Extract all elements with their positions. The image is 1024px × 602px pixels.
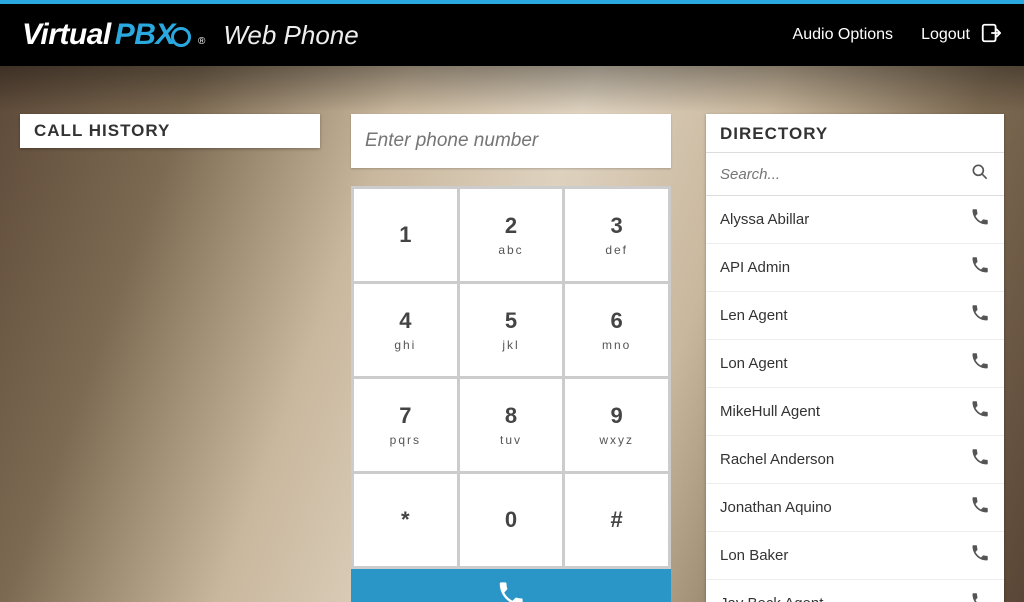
phone-icon[interactable] [970,543,990,568]
call-history-title: CALL HISTORY [34,121,170,141]
ring-icon [171,27,191,47]
phone-icon[interactable] [970,255,990,280]
contact-name: API Admin [720,259,790,276]
directory-list: Alyssa Abillar API Admin Len Agent Lon Agen… [706,196,1004,602]
contact-name: Lon Baker [720,547,788,564]
contact-name: Jonathan Aquino [720,499,832,516]
keypad-letters: ghi [394,338,416,352]
audio-options-link[interactable]: Audio Options [793,26,894,44]
directory-item[interactable]: Lon Agent [706,340,1004,388]
keypad-key-8[interactable]: 8 tuv [460,379,563,471]
directory-item[interactable]: Len Agent [706,292,1004,340]
keypad-key-0[interactable]: 0 [460,474,563,566]
directory-item[interactable]: Lon Baker [706,532,1004,580]
logout-icon [980,22,1002,49]
keypad-key-2[interactable]: 2 abc [460,189,563,281]
header-bar: Virtual PBX ® Web Phone Audio Options Lo… [0,4,1024,66]
keypad-key-9[interactable]: 9 wxyz [565,379,668,471]
directory-item[interactable]: API Admin [706,244,1004,292]
phone-icon[interactable] [970,399,990,424]
keypad-letters: wxyz [599,433,634,447]
directory-item[interactable]: MikeHull Agent [706,388,1004,436]
keypad-digit: 7 [399,403,411,429]
contact-name: Len Agent [720,307,788,324]
phone-icon[interactable] [970,303,990,328]
phone-icon[interactable] [970,207,990,232]
directory-item[interactable]: Rachel Anderson [706,436,1004,484]
directory-panel: DIRECTORY Alyssa Abillar API Admin Len Age… [706,114,1004,602]
keypad-digit: 8 [505,403,517,429]
logout-link[interactable]: Logout [921,22,1002,49]
directory-item[interactable]: Jonathan Aquino [706,484,1004,532]
brand-pbx: PBX [115,18,192,52]
contact-name: Alyssa Abillar [720,211,809,228]
keypad-digit: * [401,507,410,533]
keypad-letters: pqrs [390,433,421,447]
keypad-letters: jkl [502,338,519,352]
search-icon[interactable] [970,162,990,187]
app-title: Web Phone [223,20,358,51]
keypad-digit: 9 [611,403,623,429]
keypad-letters: tuv [500,433,522,447]
keypad-key-1[interactable]: 1 [354,189,457,281]
keypad-digit: 4 [399,308,411,334]
keypad-key-4[interactable]: 4 ghi [354,284,457,376]
keypad-key-*[interactable]: * [354,474,457,566]
contact-name: MikeHull Agent [720,403,820,420]
keypad-letters: abc [498,243,523,257]
brand-virtual: Virtual [22,18,111,52]
keypad-digit: 1 [399,222,411,248]
keypad-key-#[interactable]: # [565,474,668,566]
keypad-key-6[interactable]: 6 mno [565,284,668,376]
keypad-digit: 5 [505,308,517,334]
directory-search-input[interactable] [720,166,970,183]
contact-name: Rachel Anderson [720,451,834,468]
keypad-key-3[interactable]: 3 def [565,189,668,281]
directory-title: DIRECTORY [706,114,1004,152]
phone-icon[interactable] [970,351,990,376]
directory-item[interactable]: Alyssa Abillar [706,196,1004,244]
phone-number-input[interactable] [351,114,671,168]
keypad-key-5[interactable]: 5 jkl [460,284,563,376]
call-history-panel[interactable]: CALL HISTORY [20,114,320,148]
keypad-letters: mno [602,338,631,352]
contact-name: Jay Beck Agent [720,595,823,602]
keypad-key-7[interactable]: 7 pqrs [354,379,457,471]
keypad-letters: def [605,243,628,257]
phone-icon[interactable] [970,447,990,472]
keypad-digit: 6 [611,308,623,334]
phone-icon[interactable] [970,495,990,520]
keypad-digit: 3 [611,213,623,239]
directory-item[interactable]: Jay Beck Agent [706,580,1004,602]
keypad: 1 2 abc 3 def 4 ghi 5 jkl 6 mno 7 pqrs 8 tuv 9 wxyz * 0 # [351,186,671,569]
keypad-digit: 0 [505,507,517,533]
call-button[interactable] [351,569,671,602]
dialer-panel: 1 2 abc 3 def 4 ghi 5 jkl 6 mno 7 pqrs 8 tuv 9 wxyz * 0 # [351,114,671,602]
contact-name: Lon Agent [720,355,788,372]
registered-mark: ® [198,36,205,47]
directory-search [706,152,1004,196]
keypad-digit: # [611,507,623,533]
phone-icon[interactable] [970,591,990,602]
main-area: CALL HISTORY 1 2 abc 3 def 4 ghi 5 jkl 6 mno 7 pqrs 8… [0,66,1024,602]
phone-icon [496,579,526,602]
brand-logo: Virtual PBX ® [22,18,205,52]
keypad-digit: 2 [505,213,517,239]
